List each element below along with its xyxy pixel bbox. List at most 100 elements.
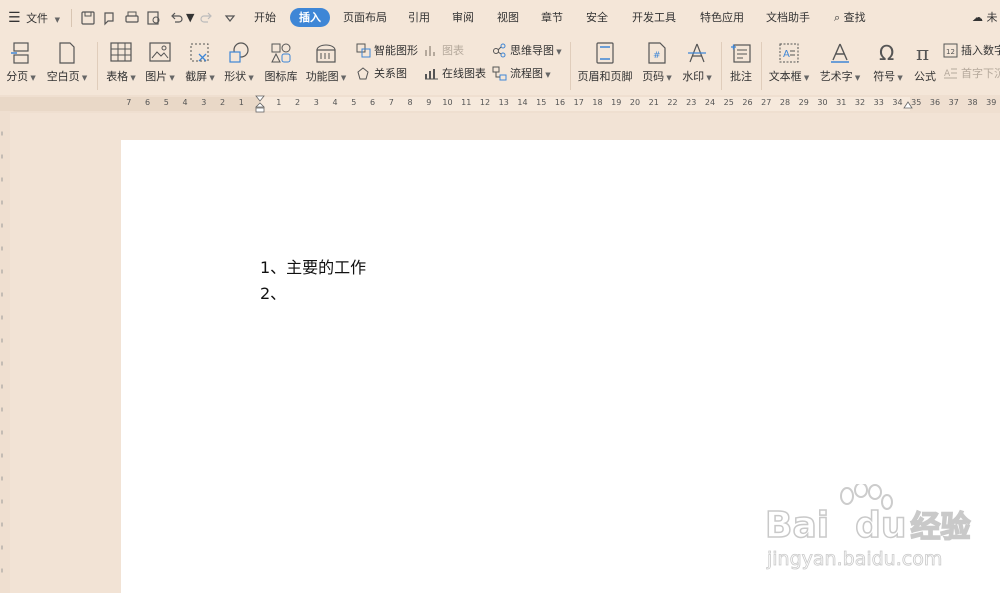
save-as-icon[interactable]: [102, 10, 118, 26]
tab-references[interactable]: 引用: [408, 0, 430, 36]
file-menu[interactable]: ☰ 文件 ▼: [8, 0, 60, 36]
file-menu-label: 文件: [26, 12, 49, 25]
vertical-ruler-tick: [1, 154, 3, 159]
smart-shape-button[interactable]: 智能图形: [356, 42, 420, 60]
blank-page-icon: [59, 42, 75, 64]
relation-chart-button[interactable]: 关系图: [356, 65, 412, 83]
smart-shape-icon: [356, 43, 371, 58]
tab-view[interactable]: 视图: [497, 0, 519, 36]
tab-insert[interactable]: 插入: [290, 8, 330, 27]
baidu-brand-2: du: [854, 504, 907, 547]
watermark-button[interactable]: 水印 ▼: [680, 36, 714, 92]
ruler-mark: 18: [592, 98, 603, 107]
vertical-ruler-tick: [1, 476, 3, 481]
redo-icon[interactable]: [198, 10, 214, 26]
online-chart-button[interactable]: 在线图表: [424, 65, 488, 83]
mind-map-label: 思维导图: [510, 44, 554, 57]
symbol-button[interactable]: Ω 符号 ▼: [870, 36, 906, 92]
right-indent-marker-icon[interactable]: [903, 101, 913, 111]
shape-label: 形状: [224, 70, 247, 83]
picture-button[interactable]: 图片 ▼: [143, 36, 177, 92]
cloud-label: 未: [986, 11, 998, 24]
icon-library-button[interactable]: 图标库: [262, 36, 300, 92]
function-chart-label: 功能图: [305, 70, 339, 83]
page-number-label: 页码: [642, 70, 665, 83]
ruler-mark: 10: [442, 98, 453, 107]
tab-doc-assistant[interactable]: 文档助手: [766, 0, 810, 36]
tab-special[interactable]: 特色应用: [700, 0, 744, 36]
menu-bar: ☰ 文件 ▼ ▼ 开始 插入 页面布局 引用 审阅 视图 章节 安全 开发工具 …: [0, 0, 1000, 36]
ruler-mark: 4: [182, 98, 188, 107]
drop-cap-button[interactable]: A 首字下沉: [943, 65, 1000, 83]
tab-developer[interactable]: 开发工具: [632, 0, 676, 36]
hamburger-icon: ☰: [8, 10, 21, 26]
function-chart-button[interactable]: 功能图 ▼: [305, 36, 347, 92]
flowchart-button[interactable]: 流程图 ▼: [492, 65, 554, 83]
ruler-mark: 14: [517, 98, 528, 107]
save-icon[interactable]: [80, 10, 96, 26]
wordart-button[interactable]: 艺术字 ▼: [818, 36, 862, 92]
page-break-button[interactable]: 分页 ▼: [4, 36, 38, 92]
header-footer-icon: [596, 42, 614, 64]
tab-home[interactable]: 开始: [254, 0, 276, 36]
tab-security[interactable]: 安全: [586, 0, 608, 36]
ruler-mark: 20: [629, 98, 641, 107]
ruler-mark: 6: [144, 98, 151, 107]
indent-marker-icon[interactable]: [255, 95, 265, 113]
icon-library-label: 图标库: [264, 70, 298, 83]
divider: [761, 42, 762, 90]
vertical-ruler-tick: [1, 545, 3, 550]
undo-dropdown-icon[interactable]: ▼: [186, 0, 194, 36]
relation-chart-icon: [357, 67, 369, 80]
print-icon[interactable]: [124, 10, 140, 26]
drop-cap-icon: A: [944, 68, 957, 79]
customize-toolbar-icon[interactable]: [222, 10, 238, 26]
flowchart-label: 流程图: [510, 67, 543, 80]
comment-button[interactable]: 批注: [726, 36, 756, 92]
tab-section[interactable]: 章节: [541, 0, 563, 36]
page-number-button[interactable]: # 页码 ▼: [639, 36, 675, 92]
table-button[interactable]: 表格 ▼: [104, 36, 138, 92]
vertical-ruler-tick: [1, 292, 3, 297]
document-line-1[interactable]: 1、主要的工作: [260, 254, 366, 278]
textbox-icon: A: [779, 43, 799, 63]
insert-number-label: 插入数字: [961, 44, 1000, 57]
cloud-icon: ☁: [972, 11, 983, 24]
online-chart-icon: [425, 69, 438, 80]
horizontal-ruler[interactable]: 7 6 5 4 3 2 1 1 2 3 4 5 6 7 8 9 10 11 12 13 14 15 16 17 18 19 20 21…: [0, 95, 1000, 113]
formula-button[interactable]: π 公式: [910, 36, 940, 92]
vertical-ruler-tick: [1, 246, 3, 251]
ruler-mark: 21: [648, 98, 659, 107]
icon-library-icon: [271, 43, 291, 63]
chart-button[interactable]: 图表: [424, 42, 468, 60]
screenshot-button[interactable]: 截屏 ▼: [183, 36, 217, 92]
tab-review[interactable]: 审阅: [452, 0, 474, 36]
ruler-mark: 11: [461, 98, 472, 107]
vertical-ruler-tick: [1, 430, 3, 435]
shape-button[interactable]: 形状 ▼: [222, 36, 256, 92]
insert-number-button[interactable]: 12 插入数字: [943, 42, 1000, 60]
chart-label: 图表: [442, 44, 464, 57]
ruler-mark: 34: [892, 98, 903, 107]
svg-text:12: 12: [946, 48, 955, 56]
cloud-status[interactable]: ☁ 未: [972, 0, 998, 36]
blank-page-button[interactable]: 空白页 ▼: [44, 36, 90, 92]
page-break-label: 分页: [6, 70, 29, 83]
print-preview-icon[interactable]: [146, 10, 162, 26]
ruler-mark: 7: [126, 98, 132, 107]
baidu-brand-1: Bai: [764, 504, 830, 547]
mind-map-button[interactable]: 思维导图 ▼: [492, 42, 564, 60]
tab-page-layout[interactable]: 页面布局: [343, 0, 387, 36]
vertical-ruler-tick: [1, 407, 3, 412]
ruler-mark: 15: [536, 98, 547, 107]
watermark-icon: [688, 43, 706, 63]
ruler-mark: 33: [873, 98, 884, 107]
search-button[interactable]: ⌕ 查找: [834, 0, 866, 36]
undo-icon[interactable]: [169, 10, 185, 26]
vertical-ruler[interactable]: [0, 113, 10, 593]
ruler-mark: 7: [388, 98, 394, 107]
textbox-button[interactable]: A 文本框 ▼: [767, 36, 811, 92]
document-line-2[interactable]: 2、: [260, 280, 286, 304]
vertical-ruler-tick: [1, 499, 3, 504]
header-footer-button[interactable]: 页眉和页脚: [576, 36, 634, 92]
